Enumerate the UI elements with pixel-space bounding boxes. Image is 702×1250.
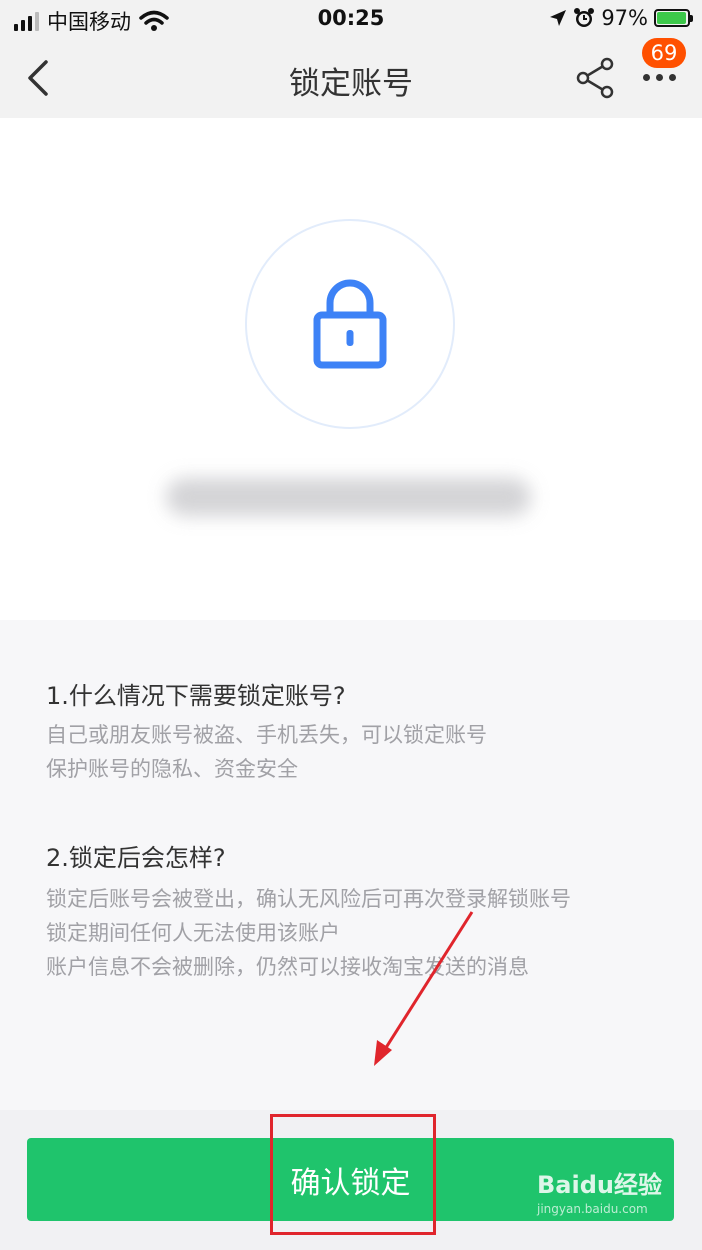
answer-2-line: 锁定后账号会被登出，确认无风险后可再次登录解锁账号 <box>46 887 571 911</box>
status-bar: 中国移动 00:25 97% <box>0 0 702 38</box>
answer-2-line: 账户信息不会被删除，仍然可以接收淘宝发送的消息 <box>46 955 529 979</box>
battery-icon <box>654 9 693 27</box>
battery-fill <box>657 12 687 24</box>
alarm-icon <box>574 8 595 27</box>
blurred-account-text <box>166 478 531 516</box>
hero-section <box>0 118 702 620</box>
baidu-watermark: Baidu经验 jingyan.baidu.com <box>537 1165 662 1216</box>
navigation-bar: 锁定账号 <box>0 38 702 118</box>
answer-1: 自己或朋友账号被盗、手机丢失，可以锁定账号 保护账号的隐私、资金安全 <box>46 718 487 786</box>
watermark-text: Baidu经验 <box>537 1171 662 1199</box>
location-icon <box>550 10 567 26</box>
question-1: 1.什么情况下需要锁定账号? <box>46 682 346 710</box>
info-section: 1.什么情况下需要锁定账号? 自己或朋友账号被盗、手机丢失，可以锁定账号 保护账… <box>0 620 702 1110</box>
watermark-url: jingyan.baidu.com <box>537 1202 648 1216</box>
share-icon <box>576 57 614 99</box>
more-icon <box>643 74 676 81</box>
answer-2-line: 锁定期间任何人无法使用该账户 <box>46 921 340 945</box>
answer-1-line: 保护账号的隐私、资金安全 <box>46 757 298 781</box>
answer-2: 锁定后账号会被登出，确认无风险后可再次登录解锁账号 锁定期间任何人无法使用该账户… <box>46 882 571 984</box>
share-button[interactable] <box>575 56 617 100</box>
status-right: 97% <box>549 6 693 30</box>
lock-icon <box>313 279 387 369</box>
lock-circle <box>245 219 455 429</box>
battery-percent: 97% <box>601 6 648 30</box>
answer-1-line: 自己或朋友账号被盗、手机丢失，可以锁定账号 <box>46 723 487 747</box>
question-2: 2.锁定后会怎样? <box>46 844 226 872</box>
notification-badge: 69 <box>642 38 686 68</box>
